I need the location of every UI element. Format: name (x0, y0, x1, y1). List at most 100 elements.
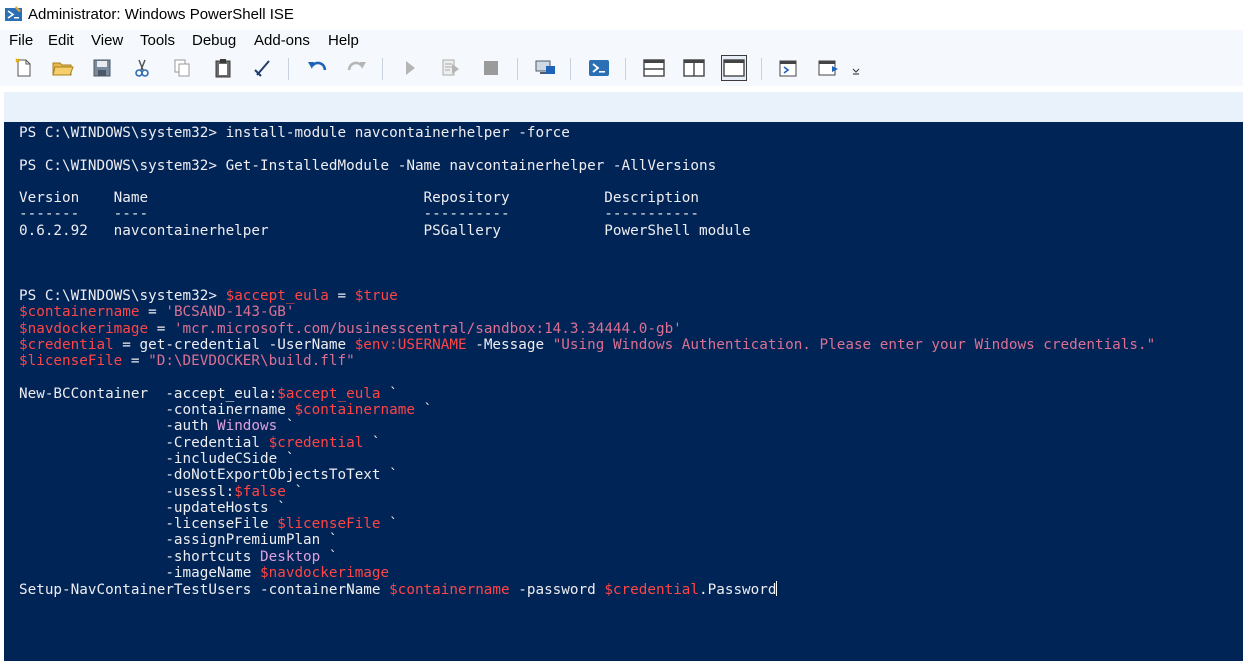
variable-token: $accept_eula (225, 287, 329, 304)
code-token: -updateHosts ` (19, 499, 286, 516)
start-powershell-button[interactable] (587, 56, 611, 80)
code-token: -shortcuts (19, 548, 261, 565)
menu-edit[interactable]: Edit (47, 32, 75, 49)
menu-view[interactable]: View (90, 32, 124, 49)
console-line: -Credential $credential ` (19, 435, 1155, 451)
toolbar-separator (517, 58, 518, 80)
code-token: -imageName (19, 565, 261, 582)
code-token: .Password (699, 582, 777, 599)
code-token: ` (277, 418, 295, 435)
clear-console-button[interactable] (251, 56, 275, 80)
console-line: -containername $containername ` (19, 402, 1155, 418)
powershell-icon (589, 60, 609, 76)
run-selection-button[interactable] (439, 56, 463, 80)
code-token: -auth (19, 418, 217, 435)
show-command-addon-button[interactable] (817, 56, 841, 80)
paste-button[interactable] (211, 56, 235, 80)
menu-file[interactable]: File (8, 32, 34, 49)
undo-icon (308, 61, 327, 71)
console-output[interactable]: PS C:\WINDOWS\system32> install-module n… (19, 125, 1155, 598)
menu-debug[interactable]: Debug (191, 32, 237, 49)
code-token: New-BCContainer -accept_eula: (19, 385, 278, 402)
console-line: -imageName $navdockerimage (19, 565, 1155, 581)
code-token: Setup-NavContainerTestUsers -containerNa… (19, 582, 390, 599)
console-line: PS C:\WINDOWS\system32> install-module n… (19, 125, 1155, 141)
variable-token: $credential (19, 336, 114, 353)
code-token: ` (363, 434, 381, 451)
menu-help[interactable]: Help (327, 32, 360, 49)
variable-token: $accept_eula (277, 385, 381, 402)
text-cursor (776, 581, 778, 597)
code-token: = (328, 287, 355, 304)
redo-button[interactable] (345, 56, 369, 80)
code-token: ` (380, 385, 398, 402)
command-window-icon (779, 60, 797, 77)
clipboard-icon (215, 59, 231, 78)
menu-bar: File Edit View Tools Debug Add-ons Help (0, 30, 1243, 52)
window-title: Administrator: Windows PowerShell ISE (28, 6, 294, 23)
variable-token: $containername (389, 582, 510, 599)
toolbar-separator (288, 58, 289, 80)
run-script-button[interactable] (398, 56, 422, 80)
code-token: -includeCSide ` (19, 450, 295, 467)
new-remote-tab-button[interactable] (533, 56, 557, 80)
toolbar-overflow-chevron-down-icon[interactable] (849, 56, 863, 80)
stop-button[interactable] (479, 56, 503, 80)
layout-maximized-icon (723, 59, 745, 77)
string-token: 'BCSAND-143-GB' (165, 304, 295, 321)
toolbar-separator (625, 58, 626, 80)
variable-token: $licenseFile (19, 353, 123, 370)
show-script-pane-maximized-button[interactable] (721, 55, 747, 81)
copy-button[interactable] (170, 56, 194, 80)
powershell-ise-icon (5, 6, 22, 23)
show-command-window-button[interactable] (777, 56, 801, 80)
console-line: -shortcuts Desktop ` (19, 549, 1155, 565)
console-line: ------- ---- ---------- ----------- (19, 206, 1155, 222)
console-line: $containername = 'BCSAND-143-GB' (19, 304, 1155, 320)
variable-token: $navdockerimage (19, 320, 149, 337)
code-token: -assignPremiumPlan ` (19, 532, 338, 549)
layout-top-icon (643, 59, 665, 77)
variable-token: $containername (294, 402, 415, 419)
undo-button[interactable] (305, 56, 329, 80)
variable-token: $credential (268, 434, 364, 451)
code-token: -doNotExportObjectsToText ` (19, 467, 398, 484)
redo-icon (347, 61, 366, 71)
console-pane[interactable]: PS C:\WINDOWS\system32> install-module n… (4, 122, 1243, 661)
code-token: = (122, 353, 149, 370)
code-token: = (148, 320, 174, 337)
console-line: -usessl:$false ` (19, 484, 1155, 500)
console-line: -assignPremiumPlan ` (19, 532, 1155, 548)
save-button[interactable] (90, 56, 114, 80)
console-line: New-BCContainer -accept_eula:$accept_eul… (19, 386, 1155, 402)
menu-add-ons[interactable]: Add-ons (253, 32, 311, 49)
show-script-pane-top-button[interactable] (642, 56, 666, 80)
menu-tools[interactable]: Tools (139, 32, 176, 49)
console-line: $licenseFile = "D:\DEVDOCKER\build.flf" (19, 353, 1155, 369)
code-token: = get-credential -UserName (113, 336, 355, 353)
new-script-button[interactable] (12, 56, 36, 80)
variable-token: $containername (19, 304, 140, 321)
save-disk-icon (93, 59, 111, 77)
toolbar (0, 52, 1243, 86)
tab-band (4, 92, 1243, 122)
console-line: -auth Windows ` (19, 418, 1155, 434)
code-token: 0.6.2.92 navcontainerhelper PSGallery Po… (19, 222, 751, 239)
code-token: PS C:\WINDOWS\system32> (19, 287, 226, 304)
show-script-pane-right-button[interactable] (682, 56, 706, 80)
code-token: = (139, 304, 166, 321)
folder-open-icon (52, 62, 74, 76)
console-line: PS C:\WINDOWS\system32> Get-InstalledMod… (19, 158, 1155, 174)
variable-token: $licenseFile (277, 516, 381, 533)
open-button[interactable] (51, 56, 75, 80)
run-selection-icon (442, 59, 459, 76)
code-token: Version Name Repository Description (19, 190, 699, 207)
variable-token: $false (234, 483, 286, 500)
cut-button[interactable] (130, 56, 154, 80)
